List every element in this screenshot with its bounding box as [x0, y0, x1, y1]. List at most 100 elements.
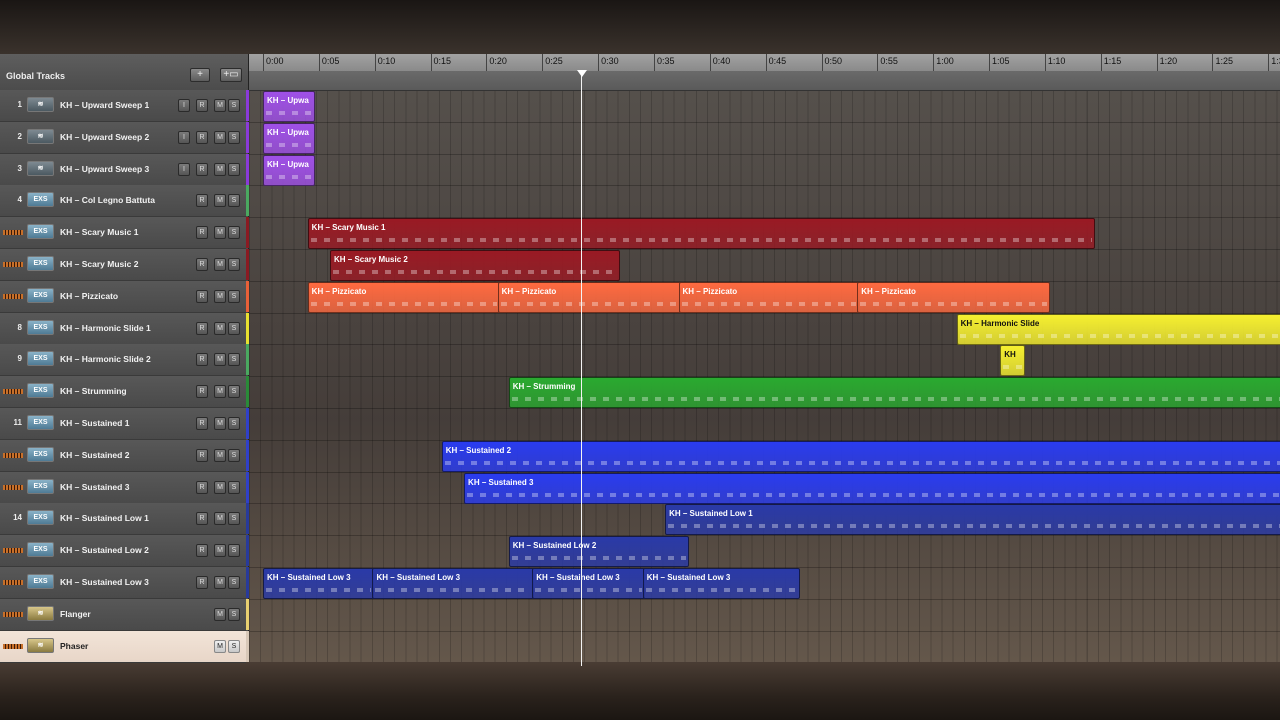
track-header-row[interactable]: EXS KH – Sustained Low 2 RMS — [0, 535, 249, 568]
record-enable-button[interactable]: R — [196, 353, 208, 367]
solo-button[interactable]: S — [228, 544, 240, 558]
track-name[interactable]: KH – Sustained Low 3 — [60, 577, 149, 587]
record-enable-button[interactable]: R — [196, 226, 208, 240]
new-folder-button[interactable]: +▭ — [220, 68, 242, 82]
track-name[interactable]: KH – Sustained Low 1 — [60, 513, 149, 523]
track-header-row[interactable]: 14 EXS KH – Sustained Low 1 RMS — [0, 503, 249, 536]
playhead-marker-icon[interactable] — [577, 70, 587, 77]
midi-region[interactable]: KH – Pizzicato — [857, 281, 1051, 313]
mute-button[interactable]: M — [214, 162, 226, 176]
record-enable-button[interactable]: R — [196, 99, 208, 112]
track-header-row[interactable]: 2 ≋ KH – Upward Sweep 2 IRMS — [0, 121, 249, 154]
solo-button[interactable]: S — [228, 417, 240, 430]
midi-region[interactable]: KH – Sustained Low 3 — [532, 568, 645, 599]
track-header-row[interactable]: EXS KH – Scary Music 1 RMS — [0, 217, 249, 250]
track-name[interactable]: KH – Sustained 2 — [60, 450, 129, 460]
track-name[interactable]: KH – Upward Sweep 3 — [60, 164, 149, 174]
track-name[interactable]: KH – Sustained 3 — [60, 482, 129, 492]
track-header-row[interactable]: 3 ≋ KH – Upward Sweep 3 IRMS — [0, 153, 249, 186]
input-monitor-button[interactable]: I — [178, 130, 190, 144]
record-enable-button[interactable]: R — [196, 417, 208, 430]
midi-region[interactable]: KH – Sustained 2 — [441, 440, 1280, 472]
midi-region[interactable]: KH – Sustained 3 — [464, 472, 1280, 504]
track-header-row[interactable]: EXS KH – Sustained 2 RMS — [0, 439, 249, 472]
track-header-row[interactable]: EXS KH – Sustained 3 RMS — [0, 471, 249, 504]
track-name[interactable]: KH – Harmonic Slide 2 — [60, 354, 151, 364]
midi-region[interactable]: KH – Harmonic Slide — [956, 313, 1280, 345]
solo-button[interactable]: S — [228, 321, 240, 335]
input-monitor-button[interactable]: I — [178, 99, 190, 112]
mute-button[interactable]: M — [214, 512, 226, 526]
midi-region[interactable]: KH – Sustained Low 2 — [508, 536, 690, 568]
track-header-row[interactable]: EXS KH – Sustained Low 3 RMS — [0, 567, 249, 599]
global-tracks-label[interactable]: Global Tracks — [6, 71, 65, 81]
record-enable-button[interactable]: R — [196, 130, 208, 144]
record-enable-button[interactable]: R — [196, 321, 208, 335]
midi-region[interactable]: KH – Scary Music 1 — [307, 218, 1095, 250]
solo-button[interactable]: S — [228, 512, 240, 526]
solo-button[interactable]: S — [228, 130, 240, 144]
solo-button[interactable]: S — [228, 607, 240, 621]
record-enable-button[interactable]: R — [196, 480, 208, 494]
track-name[interactable]: KH – Scary Music 2 — [60, 259, 138, 269]
add-track-button[interactable]: + — [190, 68, 210, 82]
track-header-row[interactable]: ≋ Phaser M S — [0, 630, 249, 663]
record-enable-button[interactable]: R — [196, 162, 208, 176]
timeline-ruler[interactable]: 0:00 0:05 0:10 0:15 0:20 0:25 0:30 0:35 0:40 0:45… — [249, 54, 1280, 72]
midi-region[interactable]: KH – Sustained Low 3 — [642, 568, 801, 599]
midi-region[interactable]: KH – Strumming — [508, 377, 1280, 409]
mute-button[interactable]: M — [214, 417, 226, 430]
track-header-row[interactable]: EXS KH – Pizzicato R M S — [0, 280, 249, 313]
track-name[interactable]: KH – Harmonic Slide 1 — [60, 323, 151, 333]
track-name[interactable]: KH – Upward Sweep 2 — [60, 132, 149, 142]
record-enable-button[interactable]: R — [196, 194, 208, 208]
track-name[interactable]: Flanger — [60, 609, 91, 619]
mute-button[interactable]: M — [214, 130, 226, 144]
track-header-row[interactable]: 4 EXS KH – Col Legno Battuta R M S — [0, 185, 249, 218]
solo-button[interactable]: S — [228, 639, 240, 653]
playhead[interactable] — [581, 70, 582, 666]
record-enable-button[interactable]: R — [196, 576, 208, 589]
midi-region[interactable]: KH – Scary Music 2 — [330, 250, 621, 281]
midi-region[interactable]: KH – Upwa — [263, 122, 316, 154]
track-header-row[interactable]: 9 EXS KH – Harmonic Slide 2 RMS — [0, 344, 249, 377]
record-enable-button[interactable]: R — [196, 544, 208, 558]
mute-button[interactable]: M — [214, 226, 226, 240]
midi-region[interactable]: KH – Upwa — [263, 154, 316, 186]
track-name[interactable]: KH – Pizzicato — [60, 291, 118, 301]
mute-button[interactable]: M — [214, 480, 226, 494]
track-header-row[interactable]: 1 ≋ KH – Upward Sweep 1 IRMS — [0, 90, 249, 122]
mute-button[interactable]: M — [214, 194, 226, 208]
solo-button[interactable]: S — [228, 162, 240, 176]
record-enable-button[interactable]: R — [196, 289, 208, 303]
midi-region[interactable]: KH – Sustained Low 1 — [665, 504, 1280, 536]
mute-button[interactable]: M — [214, 385, 226, 399]
midi-region[interactable]: KH – Sustained Low 3 — [263, 568, 375, 599]
track-header-row[interactable]: ≋ Flanger M S — [0, 598, 249, 631]
track-header-row[interactable]: EXS KH – Scary Music 2 RMS — [0, 249, 249, 281]
solo-button[interactable]: S — [228, 576, 240, 589]
track-name[interactable]: KH – Col Legno Battuta — [60, 195, 155, 205]
mute-button[interactable]: M — [214, 321, 226, 335]
track-name[interactable]: KH – Sustained Low 2 — [60, 545, 149, 555]
solo-button[interactable]: S — [228, 448, 240, 462]
record-enable-button[interactable]: R — [196, 448, 208, 462]
midi-region[interactable]: KH – Upwa — [263, 91, 316, 122]
track-header-row[interactable]: EXS KH – Strumming R M S — [0, 376, 249, 409]
mute-button[interactable]: M — [214, 289, 226, 303]
arrange-area[interactable]: 0:00 0:05 0:10 0:15 0:20 0:25 0:30 0:35 0:40 0:45… — [249, 54, 1280, 662]
mute-button[interactable]: M — [214, 258, 226, 271]
track-name[interactable]: KH – Upward Sweep 1 — [60, 100, 149, 110]
midi-region[interactable]: KH – Pizzicato — [307, 281, 500, 313]
track-name[interactable]: KH – Strumming — [60, 386, 127, 396]
solo-button[interactable]: S — [228, 99, 240, 112]
solo-button[interactable]: S — [228, 353, 240, 367]
input-monitor-button[interactable]: I — [178, 162, 190, 176]
solo-button[interactable]: S — [228, 289, 240, 303]
midi-region[interactable]: KH – Sustained Low 3 — [372, 568, 535, 599]
track-name[interactable]: KH – Scary Music 1 — [60, 227, 138, 237]
solo-button[interactable]: S — [228, 226, 240, 240]
track-name[interactable]: KH – Sustained 1 — [60, 418, 129, 428]
mute-button[interactable]: M — [214, 607, 226, 621]
mute-button[interactable]: M — [214, 353, 226, 367]
